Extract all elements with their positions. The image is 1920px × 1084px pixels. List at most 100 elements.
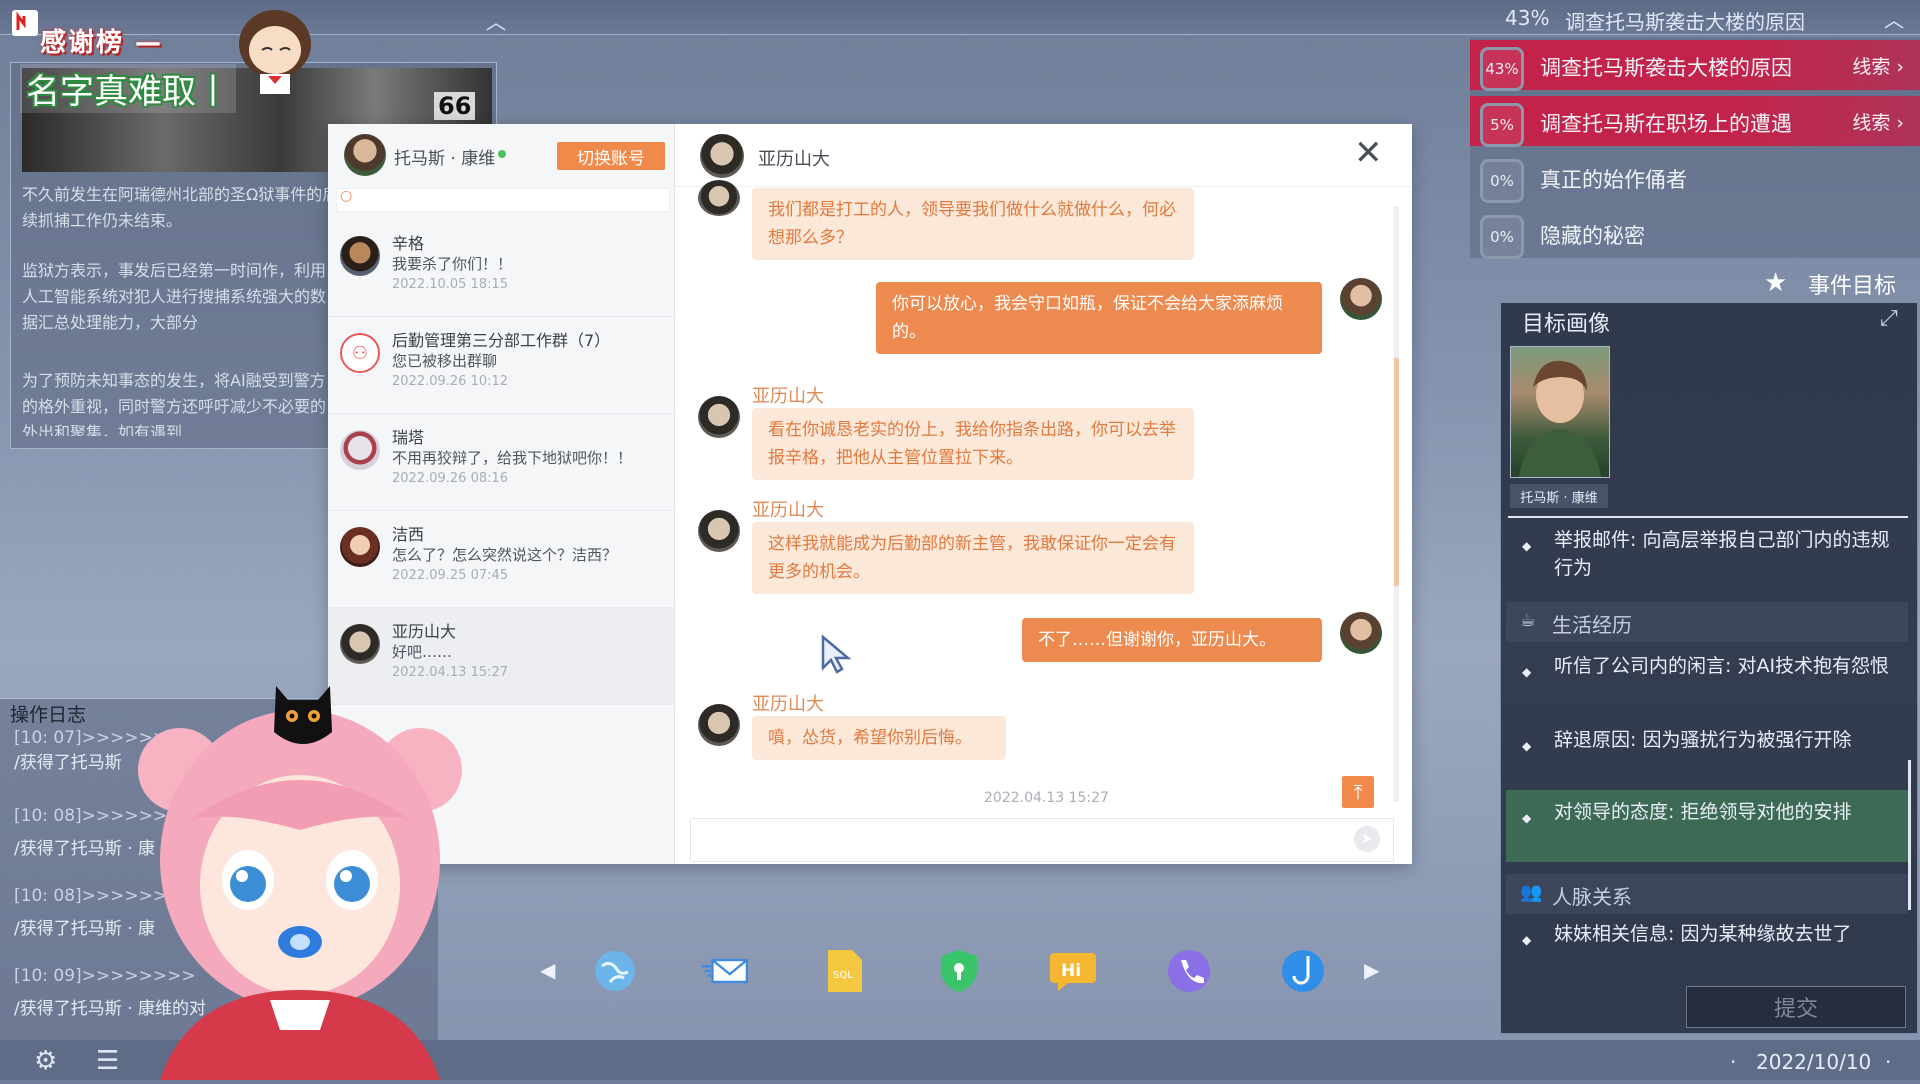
svg-text:SQL: SQL xyxy=(833,970,853,981)
message-bubble-incoming: 看在你诚恳老实的份上，我给你指条出路，你可以去举报辛格，把他从主管位置拉下来。 xyxy=(752,408,1194,480)
operation-log-title: 操作日志 xyxy=(10,704,87,726)
objective-percent: 0% xyxy=(1480,159,1524,203)
message-bubble-outgoing: 你可以放心，我会守口如瓶，保证不会给大家添麻烦的。 xyxy=(876,282,1322,354)
star-icon: ★ xyxy=(1764,268,1788,298)
profile-clue-text: 妹妹相关信息: 因为某种缘故去世了 xyxy=(1554,923,1852,945)
dock-prev-arrow-icon[interactable]: ◀ xyxy=(540,958,555,982)
message-bubble-incoming: 这样我就能成为后勤部的新主管，我敢保证你一定会有更多的机会。 xyxy=(752,522,1194,594)
section-label: 生活经历 xyxy=(1552,613,1632,637)
online-status-dot xyxy=(498,150,506,158)
diamond-bullet-icon: ◆ xyxy=(1522,739,1532,753)
profile-clue-item-selected[interactable]: ◆ 对领导的态度: 拒绝领导对他的安排 xyxy=(1506,790,1908,862)
diamond-bullet-icon: ◆ xyxy=(1522,539,1532,553)
contact-last-message: 不用再狡辩了，给我下地狱吧你！！ xyxy=(392,449,633,467)
contact-avatar xyxy=(340,624,380,664)
chat-scroll-thumb[interactable] xyxy=(1394,358,1399,586)
overlay-name-text: 名字真难取丨 xyxy=(20,64,236,113)
section-label: 人脉关系 xyxy=(1552,885,1632,909)
contact-name: 辛格 xyxy=(392,234,425,253)
shield-icon[interactable] xyxy=(934,946,984,996)
objective-row[interactable]: 5% 调查托马斯在职场上的遭遇 线索 › xyxy=(1470,96,1920,147)
profile-clue-item[interactable]: ◆ 妹妹相关信息: 因为某种缘故去世了 xyxy=(1506,920,1908,980)
mail-icon[interactable] xyxy=(700,946,750,996)
contact-last-message: 好吧…… xyxy=(392,643,453,661)
submit-button[interactable]: 提交 xyxy=(1686,986,1906,1028)
contact-avatar xyxy=(340,236,380,276)
objective-top-title: 调查托马斯袭击大楼的原因 xyxy=(1565,10,1805,34)
profile-section-life: ☕ 生活经历 xyxy=(1506,602,1908,642)
objective-row[interactable]: 0% 隐藏的秘密 xyxy=(1470,208,1920,259)
objective-clue-link[interactable]: 线索 › xyxy=(1852,52,1904,79)
contact-name: 亚历山大 xyxy=(392,622,457,641)
contact-time: 2022.09.26 10:12 xyxy=(392,374,509,389)
svg-text:Hi: Hi xyxy=(1061,961,1081,981)
profile-clue-item[interactable]: ◆ 听信了公司内的闲言: 对AI技术抱有怨恨 xyxy=(1506,652,1908,716)
contact-avatar xyxy=(340,430,380,470)
message-bubble-incoming: 我们都是打工的人，领导要我们做什么就做什么，何必想那么多？ xyxy=(752,188,1194,260)
objective-title: 调查托马斯在职场上的遭遇 xyxy=(1540,112,1792,136)
contact-item-rita[interactable]: 瑞塔 不用再狡辩了，给我下地狱吧你！！ 2022.09.26 08:16 xyxy=(328,414,674,511)
thanks-list-label: 感谢榜 — xyxy=(40,28,164,58)
contact-avatar xyxy=(340,527,380,567)
chibi-girl-sticker xyxy=(232,4,318,96)
chevron-up-icon[interactable]: ︿ xyxy=(1884,4,1904,33)
browser-icon[interactable] xyxy=(590,946,640,996)
dock-next-arrow-icon[interactable]: ▶ xyxy=(1364,958,1379,982)
send-icon[interactable]: ➤ xyxy=(1354,826,1380,852)
profile-clue-item[interactable]: ◆ 举报邮件: 向高层举报自己部门内的违规行为 xyxy=(1506,526,1908,590)
switch-account-button[interactable]: 切换账号 xyxy=(557,142,665,170)
profile-clue-item[interactable]: ◆ 辞退原因: 因为骚扰行为被强行开除 xyxy=(1506,726,1908,790)
phone-icon[interactable] xyxy=(1164,946,1214,996)
hook-icon[interactable] xyxy=(1278,946,1328,996)
diamond-bullet-icon: ◆ xyxy=(1522,933,1532,947)
message-avatar xyxy=(1340,278,1382,320)
objective-percent: 0% xyxy=(1480,215,1524,259)
news-paragraph-2: 监狱方表示，事发后已经第一时间作，利用人工智能系统对犯人进行搜捕系统强大的数据汇… xyxy=(22,261,327,332)
expand-icon[interactable]: ⤢ xyxy=(1880,306,1898,331)
contact-last-message: 怎么了？怎么突然说这个？洁西？ xyxy=(392,546,618,564)
collapse-up-icon[interactable]: ︿ xyxy=(486,6,506,35)
close-icon[interactable]: ✕ xyxy=(1354,136,1383,170)
message-avatar xyxy=(698,180,740,216)
gear-icon[interactable]: ⚙ xyxy=(34,1046,62,1076)
task-list-icon[interactable]: ☰ xyxy=(96,1046,119,1076)
objective-row[interactable]: 0% 真正的始作俑者 xyxy=(1470,152,1920,203)
scroll-to-top-icon[interactable]: ⤒ xyxy=(1342,776,1374,808)
chat-header-divider xyxy=(675,186,1411,187)
event-goal-label[interactable]: 事件目标 xyxy=(1808,268,1896,300)
message-avatar xyxy=(698,704,740,746)
profile-section-relations: 👥 人脉关系 xyxy=(1506,874,1908,914)
app-icon[interactable] xyxy=(12,10,38,36)
my-account-name: 托马斯 · 康维 xyxy=(394,149,496,169)
life-history-icon: ☕ xyxy=(1520,610,1537,631)
chat-partner-avatar xyxy=(700,134,744,178)
search-icon: ○ xyxy=(340,188,353,204)
target-portrait xyxy=(1510,346,1610,478)
objective-clue-link[interactable]: 线索 › xyxy=(1852,108,1904,135)
contact-item-jessie[interactable]: 洁西 怎么了？怎么突然说这个？洁西？ 2022.09.25 07:45 xyxy=(328,511,674,608)
chat-partner-name: 亚历山大 xyxy=(758,149,830,170)
message-avatar xyxy=(698,510,740,552)
objective-top-percent: 43% xyxy=(1505,6,1550,30)
objective-title: 隐藏的秘密 xyxy=(1540,224,1645,248)
objective-percent: 5% xyxy=(1480,103,1524,147)
profile-clue-text: 对领导的态度: 拒绝领导对他的安排 xyxy=(1554,801,1852,823)
chat-message-input[interactable] xyxy=(690,818,1394,862)
diamond-bullet-icon: ◆ xyxy=(1522,665,1532,679)
group-avatar-icon: ⚇ xyxy=(340,333,380,373)
profile-scrollbar[interactable] xyxy=(1908,760,1911,910)
contact-item-logistics-group[interactable]: ⚇ 后勤管理第三分部工作群（7） 您已被移出群聊 2022.09.26 10:1… xyxy=(328,317,674,414)
news-paragraph-3: 为了预防未知事态的发生，将AI融受到警方的格外重视，同时警方还呼吁减少不必要的外… xyxy=(22,371,327,436)
mouse-cursor-icon xyxy=(820,634,854,683)
sql-file-icon[interactable]: SQL xyxy=(820,946,870,996)
target-name-badge: 托马斯 · 康维 xyxy=(1510,484,1608,508)
contact-name: 后勤管理第三分部工作群（7） xyxy=(392,331,611,350)
contact-search-input[interactable] xyxy=(336,188,670,212)
date-dot: · xyxy=(1885,1050,1892,1074)
profile-clue-text: 举报邮件: 向高层举报自己部门内的违规行为 xyxy=(1554,529,1890,579)
my-avatar xyxy=(344,134,386,176)
hi-chat-icon[interactable]: Hi xyxy=(1048,946,1098,996)
contact-item-xinge[interactable]: 辛格 我要杀了你们！！ 2022.10.05 18:15 xyxy=(328,220,674,317)
contact-name: 洁西 xyxy=(392,525,425,544)
objective-row[interactable]: 43% 调查托马斯袭击大楼的原因 线索 › xyxy=(1470,40,1920,91)
